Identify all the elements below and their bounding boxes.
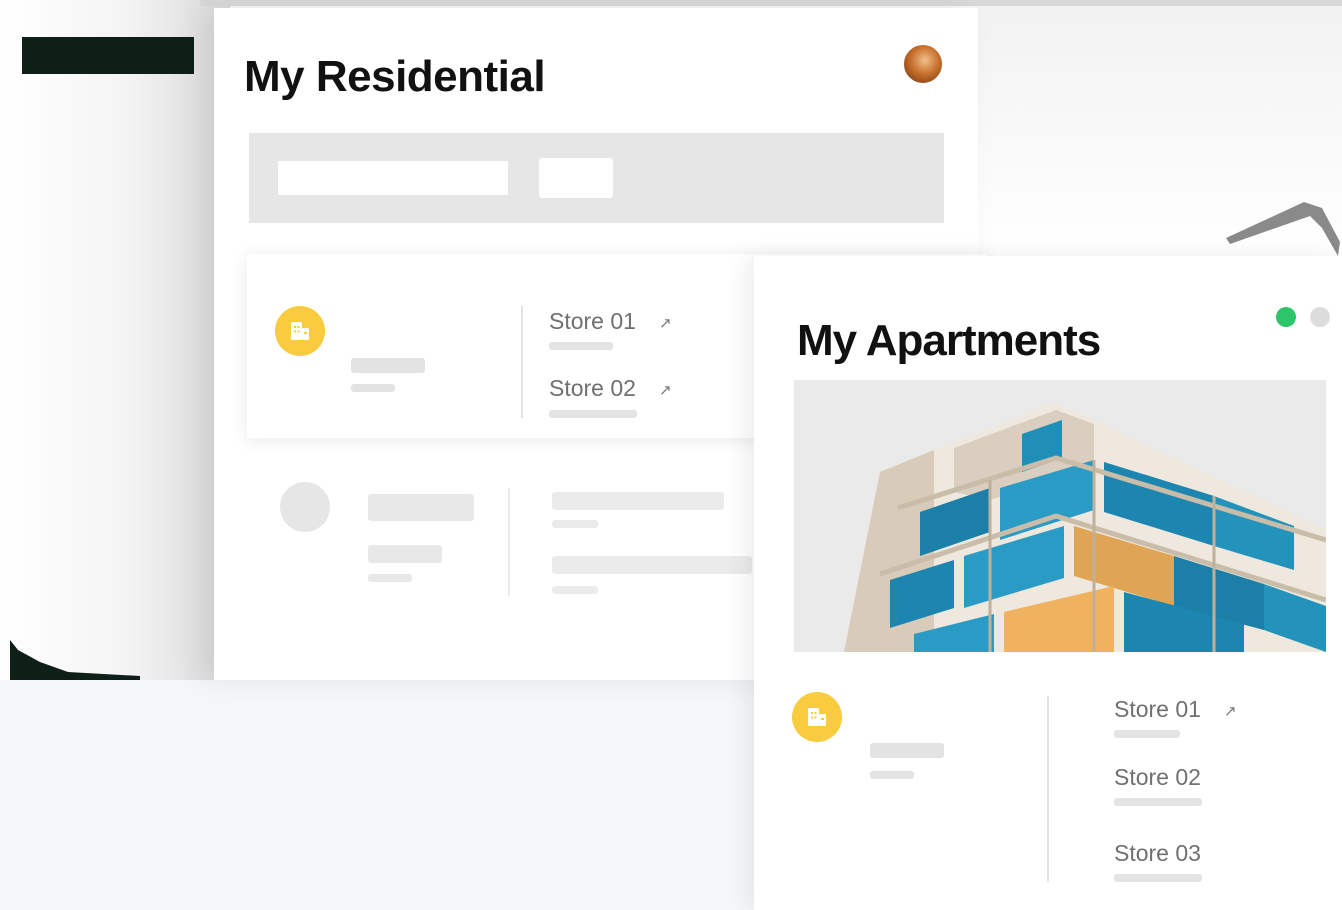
building-icon-glyph	[808, 708, 826, 726]
user-avatar[interactable]	[902, 43, 944, 85]
building-icon	[275, 306, 325, 356]
search-button[interactable]	[539, 158, 613, 198]
status-dot-inactive[interactable]	[1310, 307, 1330, 327]
store-03-meta	[1114, 874, 1202, 882]
store-01-meta	[1114, 730, 1180, 738]
placeholder-meta	[368, 574, 412, 582]
external-link-icon[interactable]: ↗	[1224, 702, 1237, 720]
status-dot-active[interactable]	[1276, 307, 1296, 327]
external-link-icon[interactable]: ↗	[659, 381, 672, 399]
property-meta-placeholder	[870, 771, 914, 779]
store-01-link[interactable]: Store 01	[549, 308, 636, 335]
store-01-link[interactable]: Store 01	[1114, 696, 1201, 723]
placeholder-subtitle	[368, 545, 442, 563]
card-divider	[1047, 696, 1049, 882]
backdrop-bottom	[0, 680, 760, 910]
card-divider	[521, 306, 523, 418]
placeholder-line	[552, 520, 598, 528]
residential-title: My Residential	[244, 52, 546, 101]
apartments-title: My Apartments	[797, 316, 1101, 365]
store-03-link[interactable]: Store 03	[1114, 840, 1201, 867]
search-input[interactable]	[278, 161, 508, 195]
property-name-placeholder	[351, 358, 425, 373]
apartment-photo	[794, 380, 1326, 652]
store-02-link[interactable]: Store 02	[549, 375, 636, 402]
store-02-meta	[549, 410, 637, 418]
backdrop-left-shade	[0, 0, 230, 680]
store-01-meta	[549, 342, 613, 350]
property-name-placeholder	[870, 743, 944, 758]
placeholder-title	[368, 494, 474, 521]
building-icon	[792, 692, 842, 742]
external-link-icon[interactable]: ↗	[659, 314, 672, 332]
placeholder-divider	[508, 488, 510, 596]
building-illustration	[794, 380, 1326, 652]
apartments-panel: My Apartments Store 01 ↗ Store 02 Store …	[754, 256, 1342, 910]
placeholder-line	[552, 492, 724, 510]
store-02-meta	[1114, 798, 1202, 806]
building-icon-glyph	[291, 322, 309, 340]
corner-mark-shape	[10, 640, 140, 682]
roof-shape	[1226, 202, 1340, 256]
property-meta-placeholder	[351, 384, 395, 392]
placeholder-line	[552, 586, 598, 594]
placeholder-line	[552, 556, 752, 574]
search-bar	[249, 133, 944, 223]
store-02-link[interactable]: Store 02	[1114, 764, 1201, 791]
placeholder-avatar	[280, 482, 330, 532]
logo-block	[22, 37, 194, 74]
